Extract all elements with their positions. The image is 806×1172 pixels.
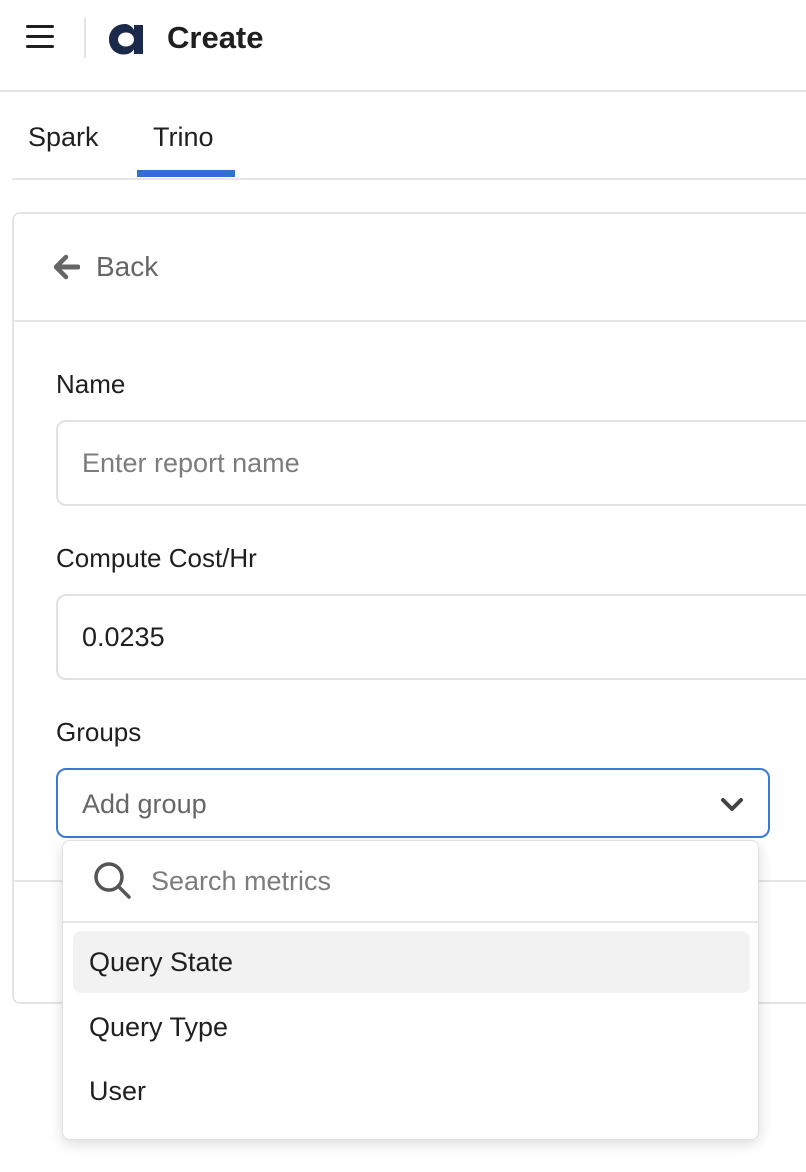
arrow-left-icon	[54, 254, 80, 280]
search-metrics-input[interactable]	[151, 859, 711, 903]
back-button[interactable]: Back	[54, 250, 158, 284]
tab-bar: Spark Trino	[12, 96, 806, 180]
add-group-placeholder: Add group	[82, 789, 207, 819]
name-label: Name	[56, 369, 126, 399]
tab-trino[interactable]: Trino	[153, 120, 214, 154]
header-divider	[84, 18, 86, 58]
back-label: Back	[96, 251, 159, 282]
option-query-type[interactable]: Query Type	[73, 996, 750, 1058]
groups-label: Groups	[56, 717, 142, 747]
page-title: Create	[167, 20, 264, 55]
group-dropdown-menu: Query State Query Type User	[62, 840, 759, 1140]
active-tab-indicator	[137, 170, 235, 177]
option-query-state[interactable]: Query State	[73, 931, 750, 993]
compute-cost-label: Compute Cost/Hr	[56, 543, 257, 573]
top-bar: Create	[0, 0, 806, 92]
hamburger-menu-icon[interactable]	[26, 25, 54, 49]
chevron-down-icon	[721, 798, 743, 811]
report-name-input[interactable]	[56, 420, 806, 506]
compute-cost-input[interactable]	[56, 594, 806, 680]
card-header: Back	[14, 214, 806, 322]
dropdown-search	[63, 841, 758, 923]
search-icon	[94, 862, 131, 899]
option-user[interactable]: User	[73, 1060, 750, 1122]
app-logo-icon	[108, 22, 144, 56]
tab-spark[interactable]: Spark	[28, 120, 99, 154]
add-group-select[interactable]: Add group	[56, 768, 770, 838]
